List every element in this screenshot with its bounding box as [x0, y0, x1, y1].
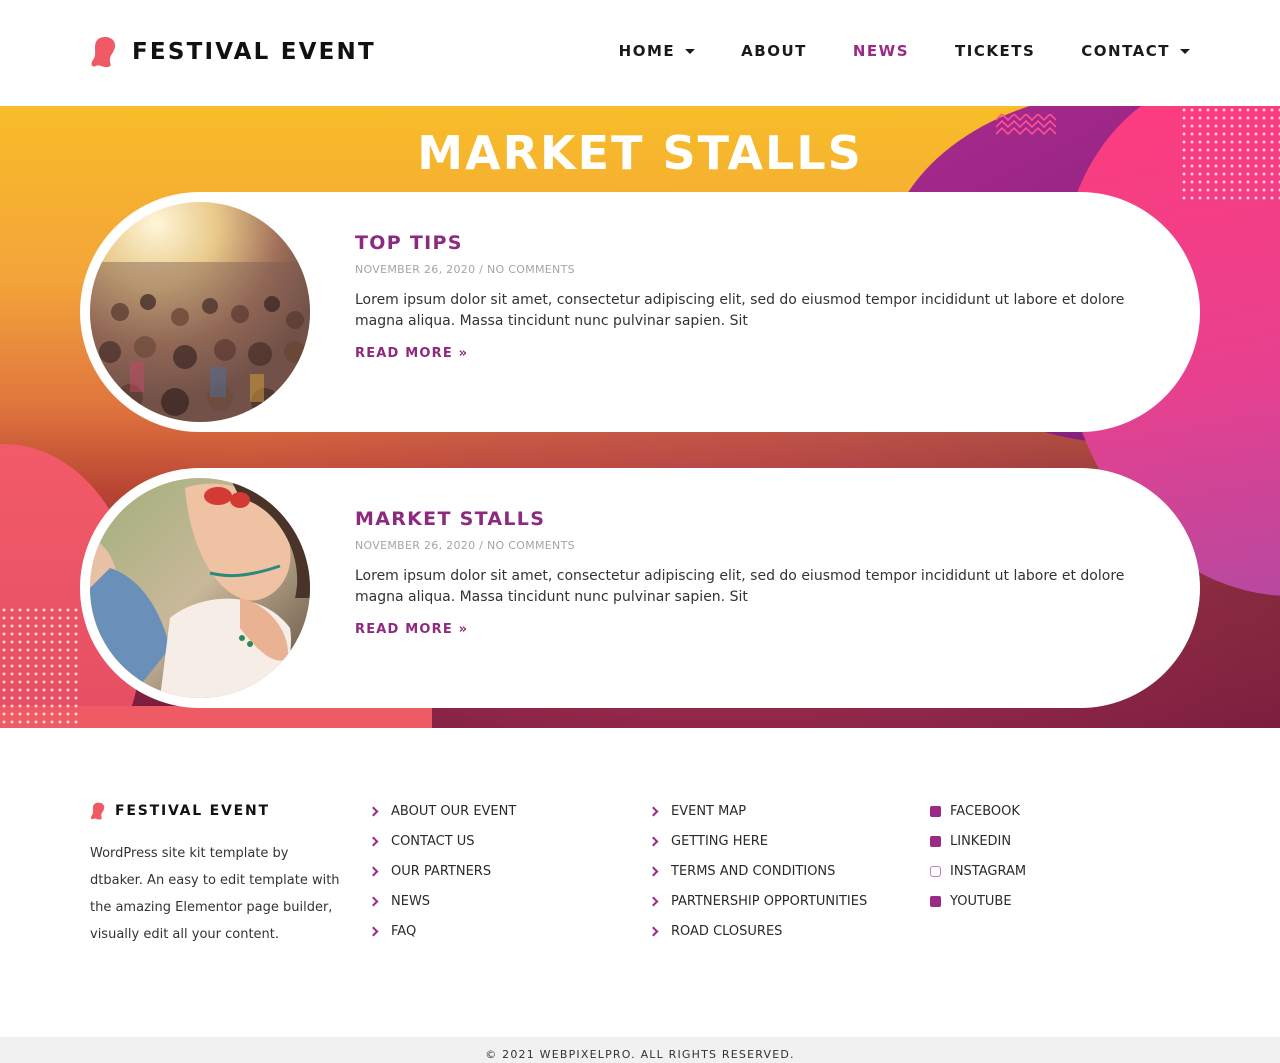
- site-logo[interactable]: FESTIVAL EVENT: [90, 36, 376, 68]
- social-label: YOUTUBE: [950, 893, 1012, 909]
- chevron-right-icon: [648, 806, 659, 816]
- site-title: FESTIVAL EVENT: [132, 39, 376, 65]
- footer-link-label: PARTNERSHIP OPPORTUNITIES: [671, 893, 868, 909]
- copyright-bar: © 2021 WEBPIXELPRO. ALL RIGHTS RESERVED.: [0, 1037, 1280, 1063]
- footer-about: FESTIVAL EVENT WordPress site kit templa…: [90, 802, 340, 948]
- woman-sunglasses-photo: [90, 478, 310, 698]
- meta-separator: /: [475, 539, 487, 552]
- logo-icon: [91, 37, 116, 68]
- footer-social: FACEBOOK LINKEDIN INSTAGRAM YOUTUBE: [930, 796, 1026, 916]
- read-more-link[interactable]: READ MORE »: [355, 622, 468, 637]
- instagram-icon: [930, 865, 941, 877]
- footer-links-col2: EVENT MAP GETTING HERE TERMS AND CONDITI…: [648, 796, 868, 946]
- footer-link-label: OUR PARTNERS: [391, 863, 492, 879]
- social-label: FACEBOOK: [950, 803, 1020, 819]
- post-content: MARKET STALLS NOVEMBER 26, 2020 / NO COM…: [355, 508, 1135, 637]
- footer-link[interactable]: OUR PARTNERS: [368, 856, 516, 886]
- post-title[interactable]: TOP TIPS: [355, 232, 1135, 254]
- page-title: MARKET STALLS: [417, 126, 863, 180]
- facebook-icon: [930, 805, 941, 817]
- post-comments-link[interactable]: NO COMMENTS: [487, 263, 575, 276]
- footer-link[interactable]: ROAD CLOSURES: [648, 916, 867, 946]
- nav-item-home[interactable]: HOME: [618, 42, 696, 60]
- caret-down-icon: [685, 48, 696, 54]
- nav-label: ABOUT: [741, 42, 807, 60]
- post-comments-link[interactable]: NO COMMENTS: [487, 539, 575, 552]
- post-meta: NOVEMBER 26, 2020 / NO COMMENTS: [355, 539, 1135, 552]
- footer-link[interactable]: FAQ: [368, 916, 516, 946]
- footer-link-label: ROAD CLOSURES: [671, 923, 783, 939]
- nav-item-contact[interactable]: CONTACT: [1081, 42, 1190, 60]
- post-date: NOVEMBER 26, 2020: [355, 263, 476, 276]
- footer-link-label: EVENT MAP: [671, 803, 747, 819]
- chevron-right-icon: [368, 896, 379, 906]
- footer-logo[interactable]: FESTIVAL EVENT: [90, 802, 340, 820]
- post-title[interactable]: MARKET STALLS: [355, 508, 1135, 530]
- footer-link-label: TERMS AND CONDITIONS: [671, 863, 836, 879]
- post-content: TOP TIPS NOVEMBER 26, 2020 / NO COMMENTS…: [355, 232, 1135, 361]
- post-excerpt: Lorem ipsum dolor sit amet, consectetur …: [355, 292, 1125, 329]
- nav-label: CONTACT: [1081, 42, 1170, 60]
- social-label: LINKEDIN: [950, 833, 1012, 849]
- nav-label: HOME: [618, 42, 676, 60]
- site-footer: FESTIVAL EVENT WordPress site kit templa…: [0, 728, 1280, 1037]
- social-link-instagram[interactable]: INSTAGRAM: [930, 856, 1026, 886]
- nav-label: NEWS: [852, 42, 910, 60]
- linkedin-icon: [930, 835, 941, 847]
- footer-link[interactable]: ABOUT OUR EVENT: [368, 796, 517, 826]
- caret-down-icon: [1180, 48, 1190, 54]
- footer-link[interactable]: GETTING HERE: [648, 826, 867, 856]
- chevron-right-icon: [368, 866, 379, 876]
- footer-link[interactable]: TERMS AND CONDITIONS: [648, 856, 867, 886]
- social-link-youtube[interactable]: YOUTUBE: [930, 886, 1026, 916]
- social-link-facebook[interactable]: FACEBOOK: [930, 796, 1026, 826]
- post-thumbnail[interactable]: [90, 478, 310, 698]
- footer-link-label: NEWS: [391, 893, 431, 909]
- festival-crowd-photo: [90, 202, 310, 422]
- chevron-right-icon: [648, 896, 659, 906]
- chevron-right-icon: [648, 836, 659, 846]
- youtube-icon: [930, 895, 941, 907]
- chevron-right-icon: [648, 926, 659, 936]
- site-header: FESTIVAL EVENT HOME ABOUT NEWS TICKETS C…: [0, 0, 1280, 106]
- footer-links-col1: ABOUT OUR EVENT CONTACT US OUR PARTNERS …: [368, 796, 517, 946]
- post-date: NOVEMBER 26, 2020: [355, 539, 476, 552]
- footer-link-label: GETTING HERE: [671, 833, 768, 849]
- footer-link[interactable]: EVENT MAP: [648, 796, 867, 826]
- footer-link-label: ABOUT OUR EVENT: [391, 803, 517, 819]
- logo-icon: [91, 802, 105, 820]
- chevron-right-icon: [368, 836, 379, 846]
- nav-label: TICKETS: [955, 42, 1036, 60]
- read-more-link[interactable]: READ MORE »: [355, 346, 468, 361]
- post-card: TOP TIPS NOVEMBER 26, 2020 / NO COMMENTS…: [80, 192, 1200, 432]
- chevron-right-icon: [368, 926, 379, 936]
- footer-link-label: CONTACT US: [391, 833, 475, 849]
- decorative-dots: [0, 606, 80, 726]
- nav-item-about[interactable]: ABOUT: [741, 42, 807, 60]
- main-nav: HOME ABOUT NEWS TICKETS CONTACT: [573, 42, 1190, 60]
- post-meta: NOVEMBER 26, 2020 / NO COMMENTS: [355, 263, 1135, 276]
- footer-link[interactable]: NEWS: [368, 886, 516, 916]
- post-card: MARKET STALLS NOVEMBER 26, 2020 / NO COM…: [80, 468, 1200, 708]
- nav-item-news[interactable]: NEWS: [853, 42, 909, 60]
- social-link-linkedin[interactable]: LINKEDIN: [930, 826, 1026, 856]
- footer-link-label: FAQ: [391, 923, 417, 939]
- hero-section: MARKET STALLS TOP TIPS NOVEMBER 26, 2020…: [0, 106, 1280, 728]
- social-label: INSTAGRAM: [950, 863, 1027, 879]
- meta-separator: /: [475, 263, 487, 276]
- footer-link[interactable]: PARTNERSHIP OPPORTUNITIES: [648, 886, 868, 916]
- chevron-right-icon: [368, 806, 379, 816]
- footer-description: WordPress site kit template by dtbaker. …: [90, 846, 340, 942]
- footer-link[interactable]: CONTACT US: [368, 826, 516, 856]
- nav-item-tickets[interactable]: TICKETS: [955, 42, 1035, 60]
- chevron-right-icon: [648, 866, 659, 876]
- post-excerpt: Lorem ipsum dolor sit amet, consectetur …: [355, 568, 1125, 605]
- post-thumbnail[interactable]: [90, 202, 310, 422]
- footer-brand: FESTIVAL EVENT: [115, 803, 270, 819]
